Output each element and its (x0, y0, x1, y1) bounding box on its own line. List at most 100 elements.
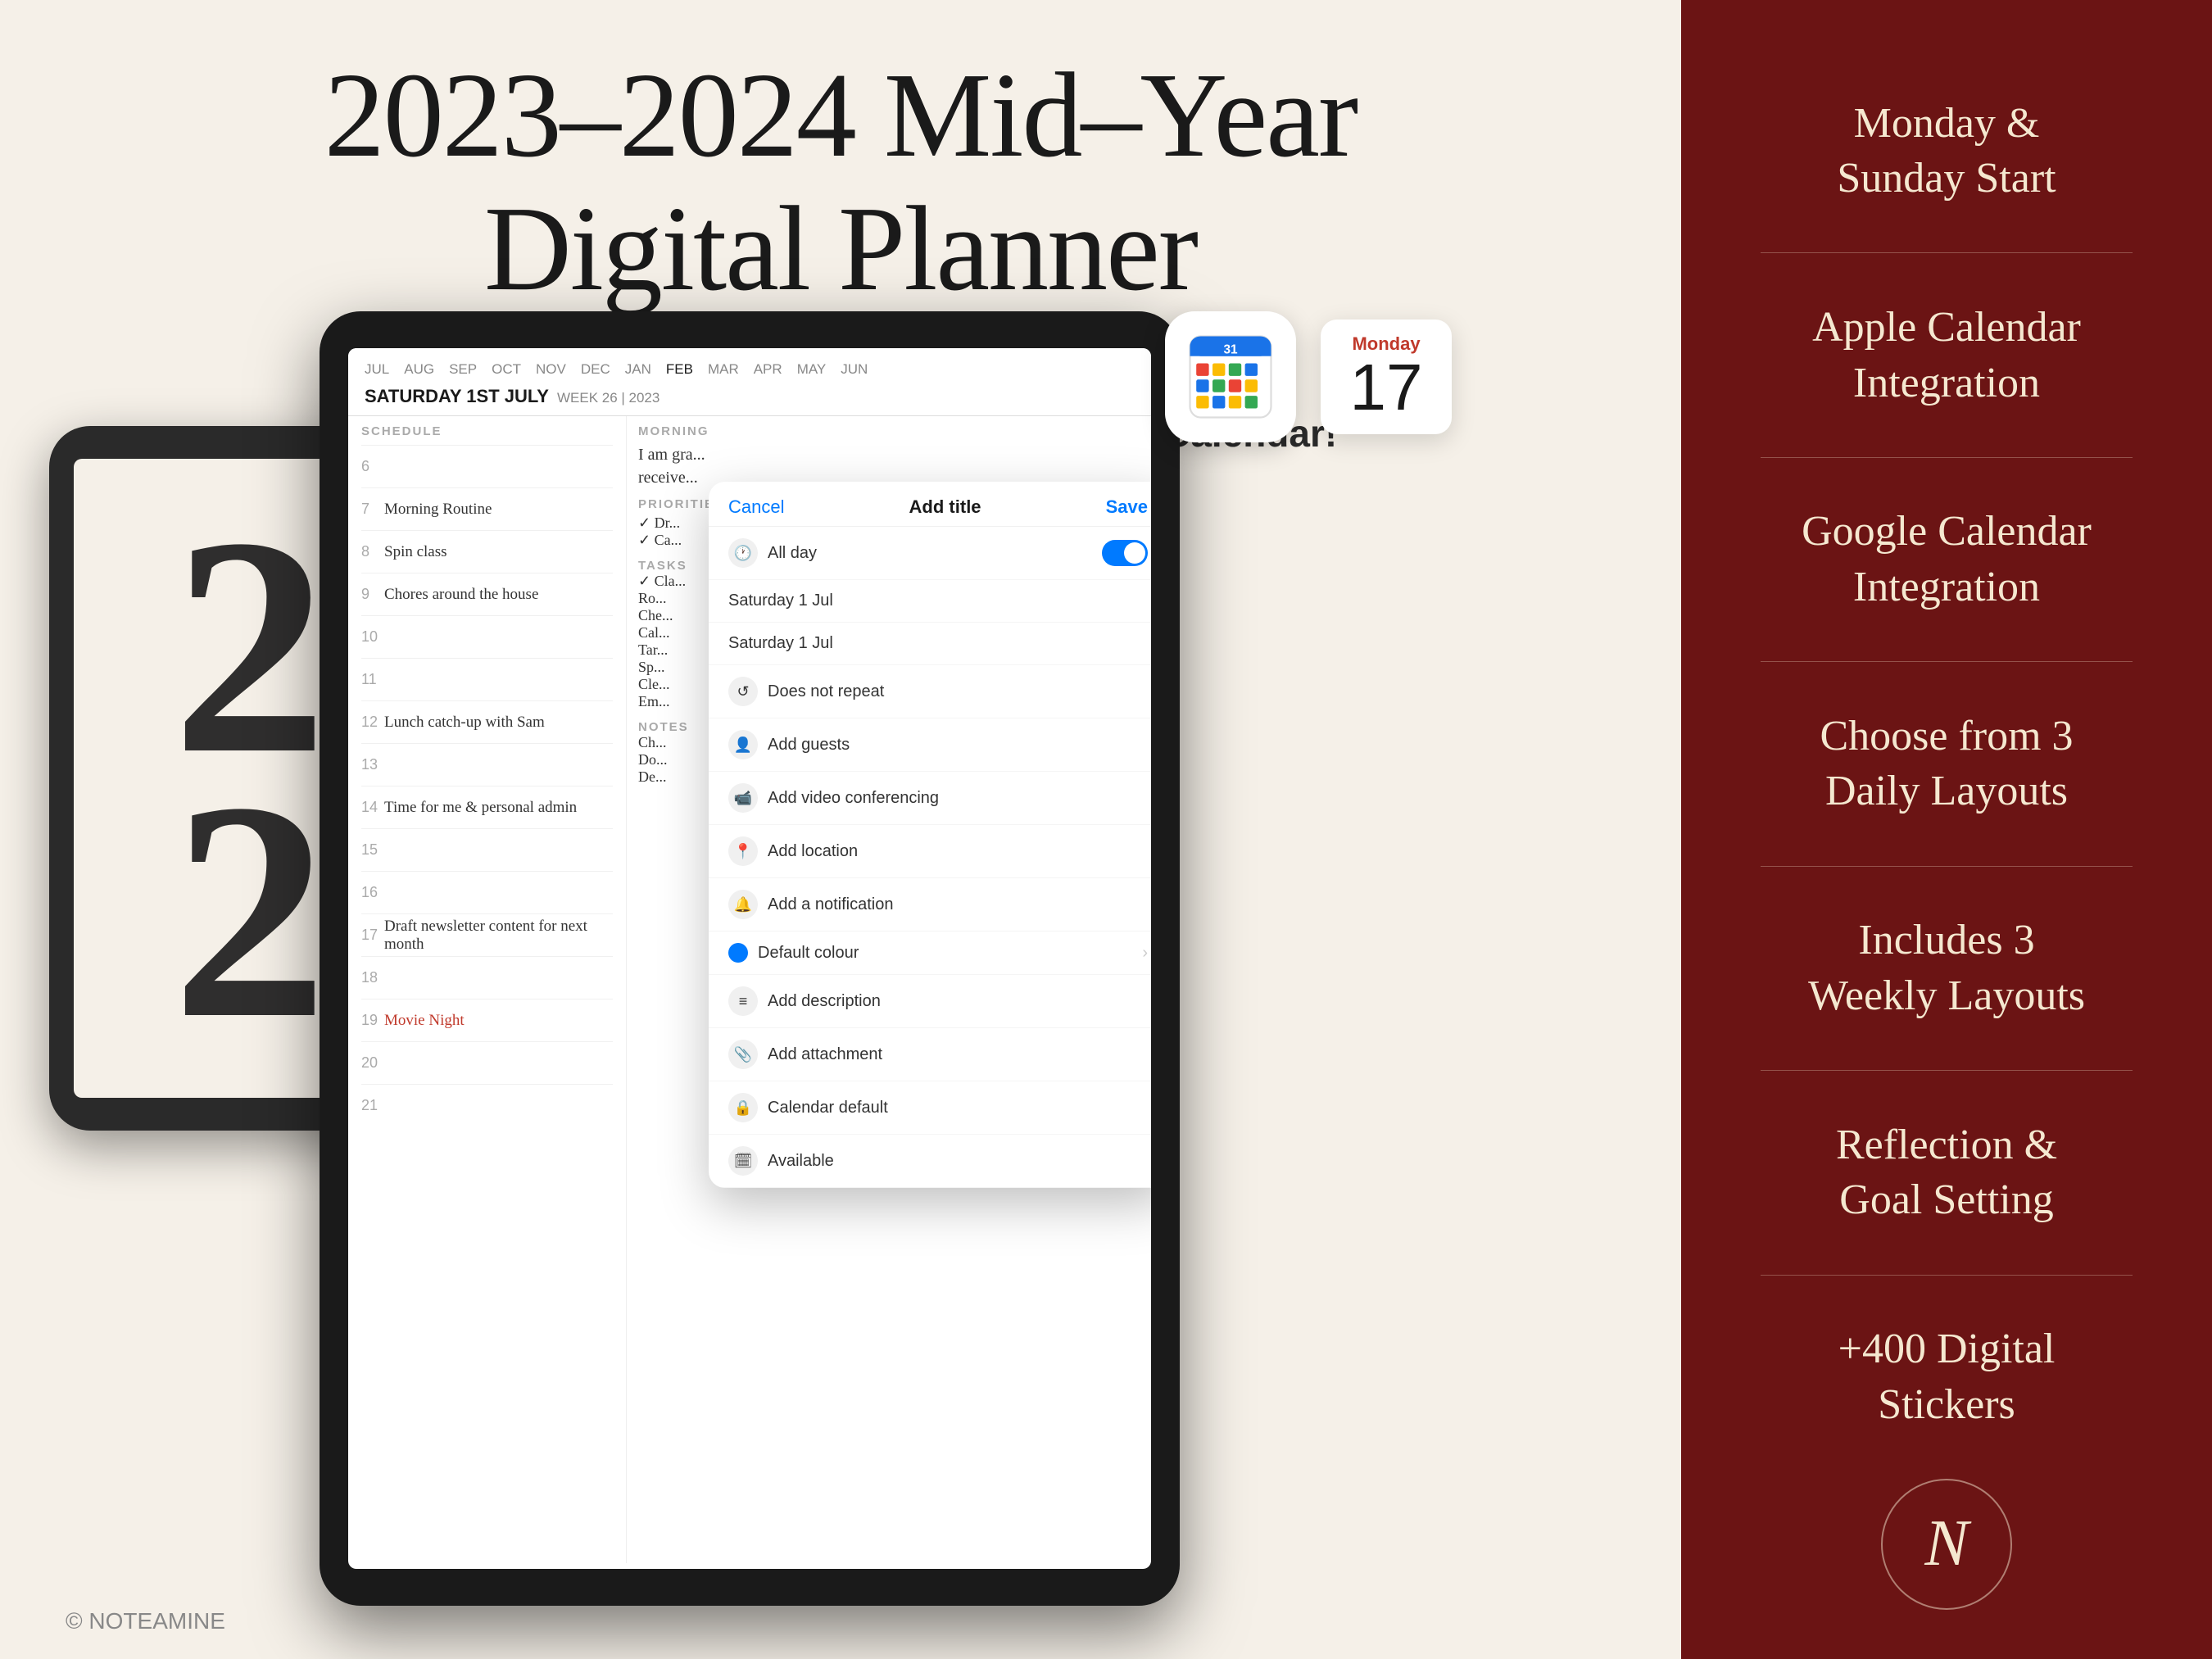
popup-video[interactable]: 📹 Add video conferencing (709, 772, 1151, 825)
repeat-icon: ↺ (728, 677, 758, 706)
footer-credit: © NOTEAMINE (66, 1608, 225, 1634)
title-line1: 2023–2024 Mid–Year (324, 48, 1357, 183)
popup-save-button[interactable]: Save (1106, 496, 1148, 518)
feature-daily-layouts-text: Choose from 3Daily Layouts (1820, 709, 2073, 819)
right-sidebar: Monday &Sunday Start Apple CalendarInteg… (1681, 0, 2212, 1659)
feature-daily-layouts: Choose from 3Daily Layouts (1820, 662, 2073, 865)
guests-icon: 👤 (728, 730, 758, 759)
feature-monday-sunday-text: Monday &Sunday Start (1837, 96, 2056, 206)
feature-stickers-text: +400 DigitalStickers (1838, 1321, 2056, 1432)
morning-label: MORNING (638, 424, 1140, 438)
description-label: Add description (768, 992, 881, 1011)
attachment-icon: 📎 (728, 1040, 758, 1069)
popup-available[interactable]: 🗓 Available (709, 1135, 1151, 1188)
planner-date-row: SATURDAY 1ST JULY WEEK 26 | 2023 (365, 386, 1135, 407)
credit-text: © NOTEAMINE (66, 1608, 225, 1634)
time-row: 12 Lunch catch-up with Sam (361, 700, 613, 743)
right-column: MORNING I am gra...receive... PRIORITIE … (627, 416, 1151, 1563)
month-tabs: JUL AUG SEP OCT NOV DEC JAN FEB MAR APR … (365, 361, 1135, 378)
bell-icon: 🔔 (728, 890, 758, 919)
schedule-label: SCHEDULE (361, 424, 613, 438)
calendar-icons-area: 31 Monday 17 (1165, 311, 1452, 442)
time-row: 9 Chores around the house (361, 573, 613, 615)
time-row: 13 (361, 743, 613, 786)
time-row: 11 (361, 658, 613, 700)
time-row: 8 Spin class (361, 530, 613, 573)
feature-apple-calendar-text: Apple CalendarIntegration (1812, 300, 2081, 410)
feature-weekly-layouts-text: Includes 3Weekly Layouts (1808, 913, 2085, 1023)
popup-date-to[interactable]: Saturday 1 Jul (709, 623, 1151, 665)
popup-guests[interactable]: 👤 Add guests (709, 718, 1151, 772)
planner-week: WEEK 26 | 2023 (557, 390, 660, 406)
popup-color[interactable]: Default colour › (709, 931, 1151, 975)
available-icon: 🗓 (728, 1146, 758, 1176)
clock-icon: 🕐 (728, 538, 758, 568)
notification-label: Add a notification (768, 895, 893, 914)
schedule-column: SCHEDULE 6 7 Morning Routine 8 Spin clas… (348, 416, 627, 1563)
svg-text:31: 31 (1223, 342, 1238, 356)
calendar-default-icon: 🔒 (728, 1093, 758, 1122)
planner-date: SATURDAY 1ST JULY (365, 386, 549, 407)
time-row: 7 Morning Routine (361, 487, 613, 530)
left-panel: 2023–2024 Mid–Year Digital Planner July … (0, 0, 1681, 1659)
feature-weekly-layouts: Includes 3Weekly Layouts (1808, 867, 2085, 1070)
attachment-label: Add attachment (768, 1045, 882, 1064)
feature-reflection: Reflection &Goal Setting (1836, 1071, 2057, 1274)
apple-cal-date: 17 (1350, 355, 1423, 420)
page-title: 2023–2024 Mid–Year Digital Planner (324, 49, 1357, 316)
time-row: 15 (361, 828, 613, 871)
popup-date-from[interactable]: Saturday 1 Jul (709, 580, 1151, 623)
popup-description[interactable]: ≡ Add description (709, 975, 1151, 1028)
planner-body: SCHEDULE 6 7 Morning Routine 8 Spin clas… (348, 416, 1151, 1563)
logo-letter: N (1924, 1507, 1968, 1581)
feature-reflection-text: Reflection &Goal Setting (1836, 1117, 2057, 1228)
feature-apple-calendar: Apple CalendarIntegration (1812, 253, 2081, 456)
calendar-default-label: Calendar default (768, 1099, 888, 1117)
time-row: 6 (361, 445, 613, 487)
popup-calendar-default[interactable]: 🔒 Calendar default (709, 1081, 1151, 1135)
brand-logo: N (1881, 1479, 2012, 1610)
time-row: 16 (361, 871, 613, 913)
time-row: 18 (361, 956, 613, 999)
guests-label: Add guests (768, 736, 850, 755)
time-row: 10 (361, 615, 613, 658)
apple-calendar-icon: Monday 17 (1321, 320, 1452, 434)
date-to-label: Saturday 1 Jul (728, 634, 833, 653)
video-icon: 📹 (728, 783, 758, 813)
popup-location[interactable]: 📍 Add location (709, 825, 1151, 878)
feature-monday-sunday: Monday &Sunday Start (1837, 49, 2056, 252)
popup-title: Add title (909, 496, 981, 518)
date-from-label: Saturday 1 Jul (728, 592, 833, 610)
popup-repeat[interactable]: ↺ Does not repeat (709, 665, 1151, 718)
popup-notification[interactable]: 🔔 Add a notification (709, 878, 1151, 931)
popup-allday-row: 🕐 All day (709, 527, 1151, 580)
chevron-right-icon: › (1142, 944, 1148, 963)
time-row: 20 (361, 1041, 613, 1084)
feature-google-calendar: Google CalendarIntegration (1802, 458, 2092, 661)
time-row: 17 Draft newsletter content for next mon… (361, 913, 613, 956)
color-dot (728, 943, 748, 963)
time-row: 14 Time for me & personal admin (361, 786, 613, 828)
tablet-front: JUL AUG SEP OCT NOV DEC JAN FEB MAR APR … (320, 311, 1180, 1606)
color-label: Default colour (758, 944, 859, 963)
available-label: Available (768, 1152, 834, 1171)
popup-cancel-button[interactable]: Cancel (728, 496, 784, 518)
popup-header: Cancel Add title Save (709, 482, 1151, 527)
description-icon: ≡ (728, 986, 758, 1016)
allday-label: All day (768, 544, 817, 563)
planner-screen: JUL AUG SEP OCT NOV DEC JAN FEB MAR APR … (348, 348, 1151, 1569)
feature-stickers: +400 DigitalStickers (1838, 1276, 2056, 1479)
feature-google-calendar-text: Google CalendarIntegration (1802, 504, 2092, 614)
title-line2: Digital Planner (484, 182, 1197, 316)
location-label: Add location (768, 842, 858, 861)
planner-header: JUL AUG SEP OCT NOV DEC JAN FEB MAR APR … (348, 348, 1151, 416)
time-row: 21 (361, 1084, 613, 1126)
video-label: Add video conferencing (768, 789, 939, 808)
repeat-label: Does not repeat (768, 682, 884, 701)
location-icon: 📍 (728, 836, 758, 866)
allday-toggle[interactable] (1102, 540, 1148, 566)
popup-attachment[interactable]: 📎 Add attachment (709, 1028, 1151, 1081)
time-row: 19 Movie Night (361, 999, 613, 1041)
calendar-popup: Cancel Add title Save 🕐 All day (709, 482, 1151, 1188)
google-calendar-icon: 31 (1165, 311, 1296, 442)
